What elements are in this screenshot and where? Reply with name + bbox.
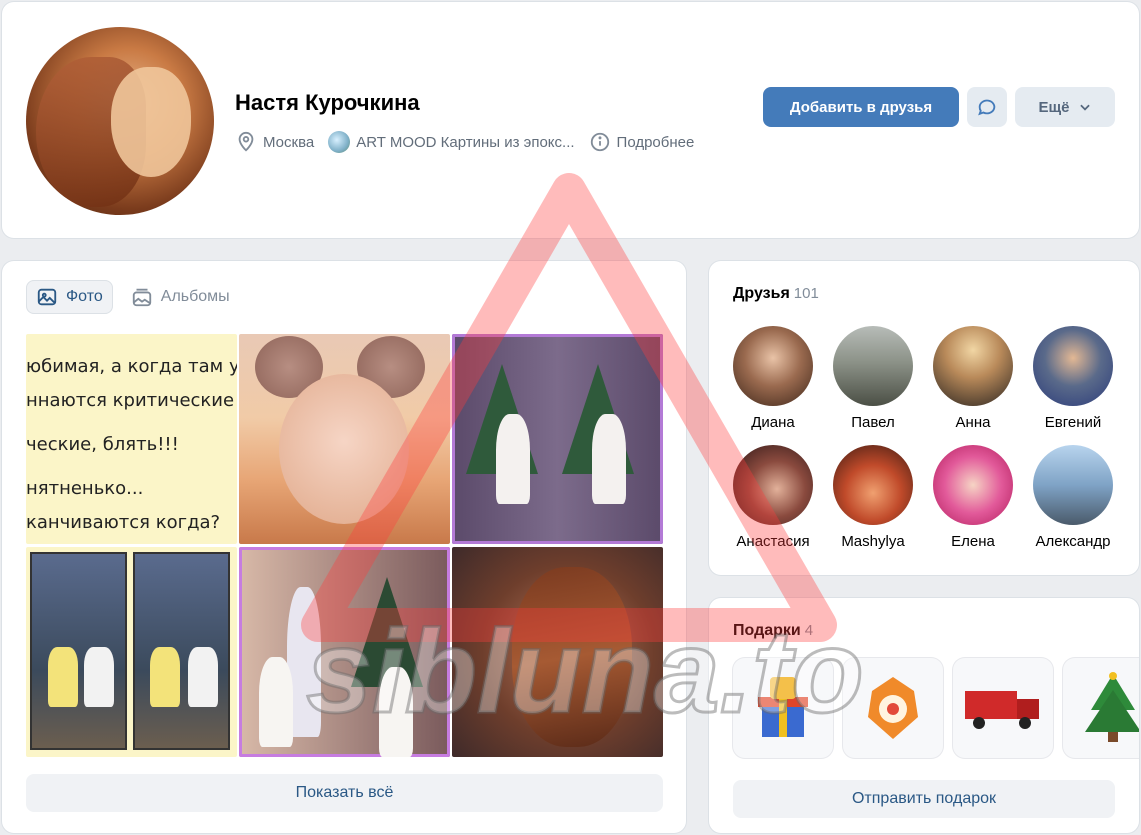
photo-thumbnail[interactable]: [239, 547, 450, 757]
friend-name[interactable]: Елена: [951, 533, 995, 550]
message-icon: [978, 99, 996, 116]
city-label: Москва: [263, 133, 315, 151]
child-figure: [496, 414, 530, 504]
friend-item[interactable]: Евгений: [1023, 326, 1123, 431]
add-friend-button[interactable]: Добавить в друзья: [763, 87, 959, 127]
friend-item[interactable]: Павел: [823, 326, 923, 431]
friend-item[interactable]: Елена: [923, 445, 1023, 550]
friends-section: Друзья 101 Диана Павел Анна Евгений Анаст…: [709, 261, 1139, 575]
details-link[interactable]: Подробнее: [589, 131, 695, 153]
friends-count: 101: [793, 285, 819, 302]
friend-item[interactable]: Анастасия: [723, 445, 823, 550]
friend-item[interactable]: Mashylya: [823, 445, 923, 550]
friends-title[interactable]: Друзья 101: [733, 285, 819, 303]
tab-photos[interactable]: Фото: [26, 280, 113, 314]
friend-name[interactable]: Анна: [956, 414, 991, 431]
gift-item[interactable]: [733, 658, 833, 758]
avatar[interactable]: [833, 326, 913, 406]
friend-name[interactable]: Диана: [751, 414, 795, 431]
friend-name[interactable]: Павел: [851, 414, 895, 431]
tab-albums-label: Альбомы: [160, 288, 230, 305]
location-pin-icon: [238, 131, 254, 152]
avatar[interactable]: [1033, 445, 1113, 525]
friend-name[interactable]: Евгений: [1045, 414, 1102, 431]
child-figure: [150, 647, 180, 707]
photo-thumbnail[interactable]: [26, 547, 237, 757]
friend-item[interactable]: Диана: [723, 326, 823, 431]
work-item[interactable]: ART MOOD Картины из эпокс...: [328, 131, 575, 153]
photo-text-line: канчиваются когда?: [26, 512, 221, 533]
photo-thumbnail[interactable]: [239, 334, 450, 544]
avatar[interactable]: [833, 445, 913, 525]
friends-grid: Диана Павел Анна Евгений Анастасия Mashy…: [723, 326, 1123, 550]
show-all-button[interactable]: Показать всё: [26, 774, 663, 812]
photo-tabs: Фото Альбомы: [26, 280, 240, 314]
photo-text-line: ческие, блять!!!: [26, 434, 179, 455]
flower-emblem-icon: [868, 677, 918, 739]
child-figure: [188, 647, 218, 707]
gift-box-icon: [758, 677, 808, 737]
message-button[interactable]: [967, 87, 1007, 127]
chevron-down-icon: [1079, 104, 1090, 111]
info-icon: [590, 132, 609, 152]
send-gift-button[interactable]: Отправить подарок: [733, 780, 1115, 818]
avatar[interactable]: [933, 326, 1013, 406]
avatar[interactable]: [733, 326, 813, 406]
photo-icon: [37, 288, 57, 306]
photo-thumbnail[interactable]: юбимая, а когда там у ннаются критически…: [26, 334, 237, 544]
photo-hair: [512, 567, 632, 747]
gifts-row: [733, 658, 1139, 758]
photo-text-line: юбимая, а когда там у: [26, 356, 237, 377]
group-avatar-icon: [328, 131, 351, 153]
more-button[interactable]: Ещё: [1015, 87, 1115, 127]
gifts-section: Подарки 4 Отправить подарок: [709, 598, 1139, 833]
tab-photos-label: Фото: [66, 288, 103, 305]
gift-item[interactable]: [1063, 658, 1139, 758]
work-label[interactable]: ART MOOD Картины из эпокс...: [356, 134, 574, 151]
gifts-count: 4: [804, 622, 814, 639]
child-figure: [259, 657, 293, 747]
photo-thumbnail[interactable]: [452, 547, 663, 757]
truck-icon: [965, 691, 1039, 729]
child-figure: [592, 414, 626, 504]
gift-item[interactable]: [843, 658, 943, 758]
tab-albums[interactable]: Альбомы: [121, 280, 240, 314]
friend-name[interactable]: Александр: [1035, 533, 1110, 550]
photo-thumbnail[interactable]: [452, 334, 663, 544]
avatar-face: [111, 67, 191, 177]
photo-text-line: нятненько...: [26, 478, 144, 499]
gifts-title-label: Подарки: [733, 622, 801, 639]
albums-icon: [132, 288, 151, 307]
avatar[interactable]: [933, 445, 1013, 525]
child-figure: [48, 647, 78, 707]
profile-name: Настя Курочкина: [235, 90, 420, 115]
location-item: Москва: [235, 131, 314, 153]
profile-header: Настя Курочкина Москва ART MOOD Картины …: [2, 2, 1139, 238]
avatar[interactable]: [733, 445, 813, 525]
profile-meta: Москва ART MOOD Картины из эпокс... Подр…: [235, 130, 694, 154]
friend-item[interactable]: Анна: [923, 326, 1023, 431]
child-figure: [84, 647, 114, 707]
photo-text-line: ннаются критические: [26, 390, 235, 411]
friend-name[interactable]: Mashylya: [841, 533, 904, 550]
details-label[interactable]: Подробнее: [617, 134, 695, 151]
photo-face: [279, 374, 409, 524]
photo-half: [30, 552, 127, 750]
avatar[interactable]: [1033, 326, 1113, 406]
gifts-title[interactable]: Подарки 4: [733, 622, 813, 640]
friend-name[interactable]: Анастасия: [736, 533, 809, 550]
friend-item[interactable]: Александр: [1023, 445, 1123, 550]
friends-title-label: Друзья: [733, 285, 790, 302]
christmas-tree-icon: [1085, 672, 1139, 742]
photo-grid: юбимая, а когда там у ннаются критически…: [26, 334, 663, 758]
child-figure: [379, 667, 413, 757]
gift-item[interactable]: [953, 658, 1053, 758]
profile-avatar[interactable]: [26, 27, 214, 215]
photos-section: Фото Альбомы юбимая, а когда там у ннают…: [2, 261, 686, 833]
more-label: Ещё: [1038, 98, 1070, 116]
photo-half: [133, 552, 230, 750]
